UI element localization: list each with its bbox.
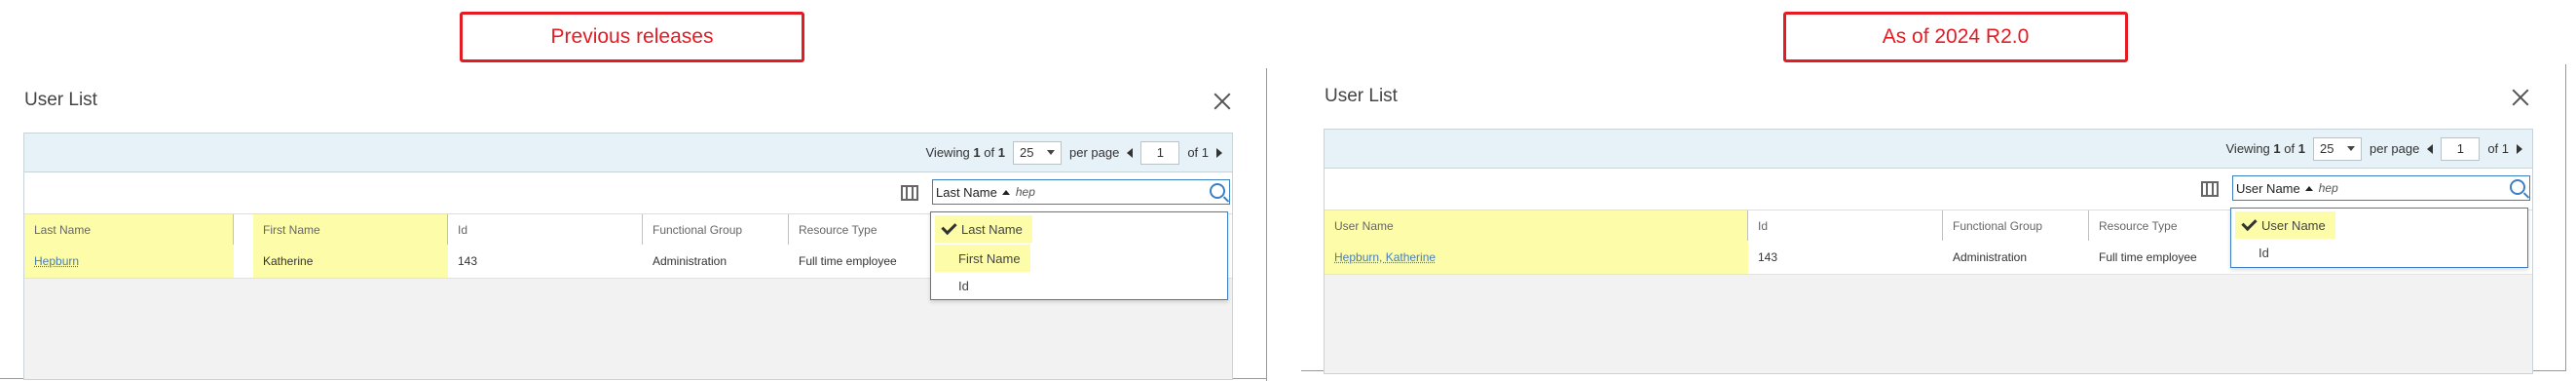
per-page-label: per page [1068,145,1120,160]
prev-page-icon[interactable] [2427,143,2434,154]
callout-label: As of 2024 R2.0 [1882,25,2030,48]
columns-icon[interactable] [901,185,918,201]
dialog-edge [2565,64,2566,371]
dropdown-item-user-name[interactable]: User Name [2235,211,2335,239]
user-list-dialog-current: User List Viewing 1 of 1 25 per page 1 o… [1301,64,2576,381]
cell-id: 143 [458,254,478,268]
dialog-title: User List [24,90,97,110]
prev-page-icon[interactable] [1127,147,1134,158]
close-icon[interactable] [1213,93,1231,110]
search-input[interactable]: Last Name hep [932,179,1230,205]
search-icon[interactable] [1210,183,1225,199]
cell-functional-group: Administration [1953,250,2028,264]
viewing-label: Viewing 1 of 1 [2225,141,2305,156]
page-input[interactable]: 1 [2441,136,2481,161]
search-field-label[interactable]: User Name [2236,181,2300,196]
search-query[interactable]: hep [1016,185,1035,199]
user-list-dialog-previous: User List Viewing 1 of 1 25 per page 1 o… [0,68,1271,381]
per-page-select[interactable]: 25 [1012,140,1062,165]
grid-toolbar: Last Name hep [24,172,1232,213]
cell-first-name: Katherine [253,245,448,278]
search-input[interactable]: User Name hep [2232,175,2530,201]
pager: Viewing 1 of 1 25 per page 1 of 1 [1325,130,2532,169]
user-link[interactable]: Hepburn, Katherine [1334,250,1436,264]
dialog-title: User List [1325,86,1398,106]
column-header-last-name[interactable]: Last Name [24,214,234,246]
current-release-callout: As of 2024 R2.0 [1783,12,2128,62]
columns-icon[interactable] [2201,181,2219,197]
cell-functional-group: Administration [653,254,728,268]
viewing-label: Viewing 1 of 1 [925,145,1005,160]
page-input[interactable]: 1 [1140,140,1180,165]
callout-label: Previous releases [550,25,714,48]
per-page-label: per page [2369,141,2420,156]
close-icon[interactable] [2512,89,2529,106]
search-field-dropdown: Last Name First Name Id [930,211,1228,300]
dropdown-item-first-name[interactable]: First Name [935,245,1030,272]
sort-ascending-icon [2304,185,2313,191]
column-header-id[interactable]: Id [448,214,643,246]
dropdown-item-id[interactable]: Id [935,272,979,299]
search-icon[interactable] [2510,179,2525,195]
per-page-select[interactable]: 25 [2312,136,2362,161]
cell-user-name[interactable]: Hepburn, Katherine [1325,241,1748,274]
check-icon [2241,214,2258,232]
column-header-id[interactable]: Id [1748,210,1943,242]
previous-releases-callout: Previous releases [460,12,804,62]
column-header-functional-group[interactable]: Functional Group [1943,210,2089,242]
cell-id: 143 [1758,250,1778,264]
page-count: of 1 [1187,145,1209,160]
dropdown-item-id[interactable]: Id [2235,239,2279,266]
search-field-dropdown: User Name Id [2230,208,2528,268]
sort-ascending-icon [1001,189,1010,195]
column-header-user-name[interactable]: User Name [1325,210,1748,242]
dialog-edge [1266,68,1267,381]
column-header-functional-group[interactable]: Functional Group [643,214,789,246]
grid-toolbar: User Name hep [1325,169,2532,210]
check-icon [941,218,957,236]
pager: Viewing 1 of 1 25 per page 1 of 1 [24,133,1232,172]
cell-last-name[interactable]: Hepburn [24,245,234,278]
next-page-icon[interactable] [2517,143,2522,154]
search-query[interactable]: hep [2319,181,2338,195]
chevron-down-icon [1046,150,1055,155]
dropdown-item-last-name[interactable]: Last Name [935,215,1032,243]
next-page-icon[interactable] [1216,147,1222,158]
search-field-label[interactable]: Last Name [936,185,997,200]
page-count: of 1 [2487,141,2509,156]
column-header-first-name[interactable]: First Name [253,214,448,246]
chevron-down-icon [2346,146,2355,151]
user-link[interactable]: Hepburn [34,254,79,268]
